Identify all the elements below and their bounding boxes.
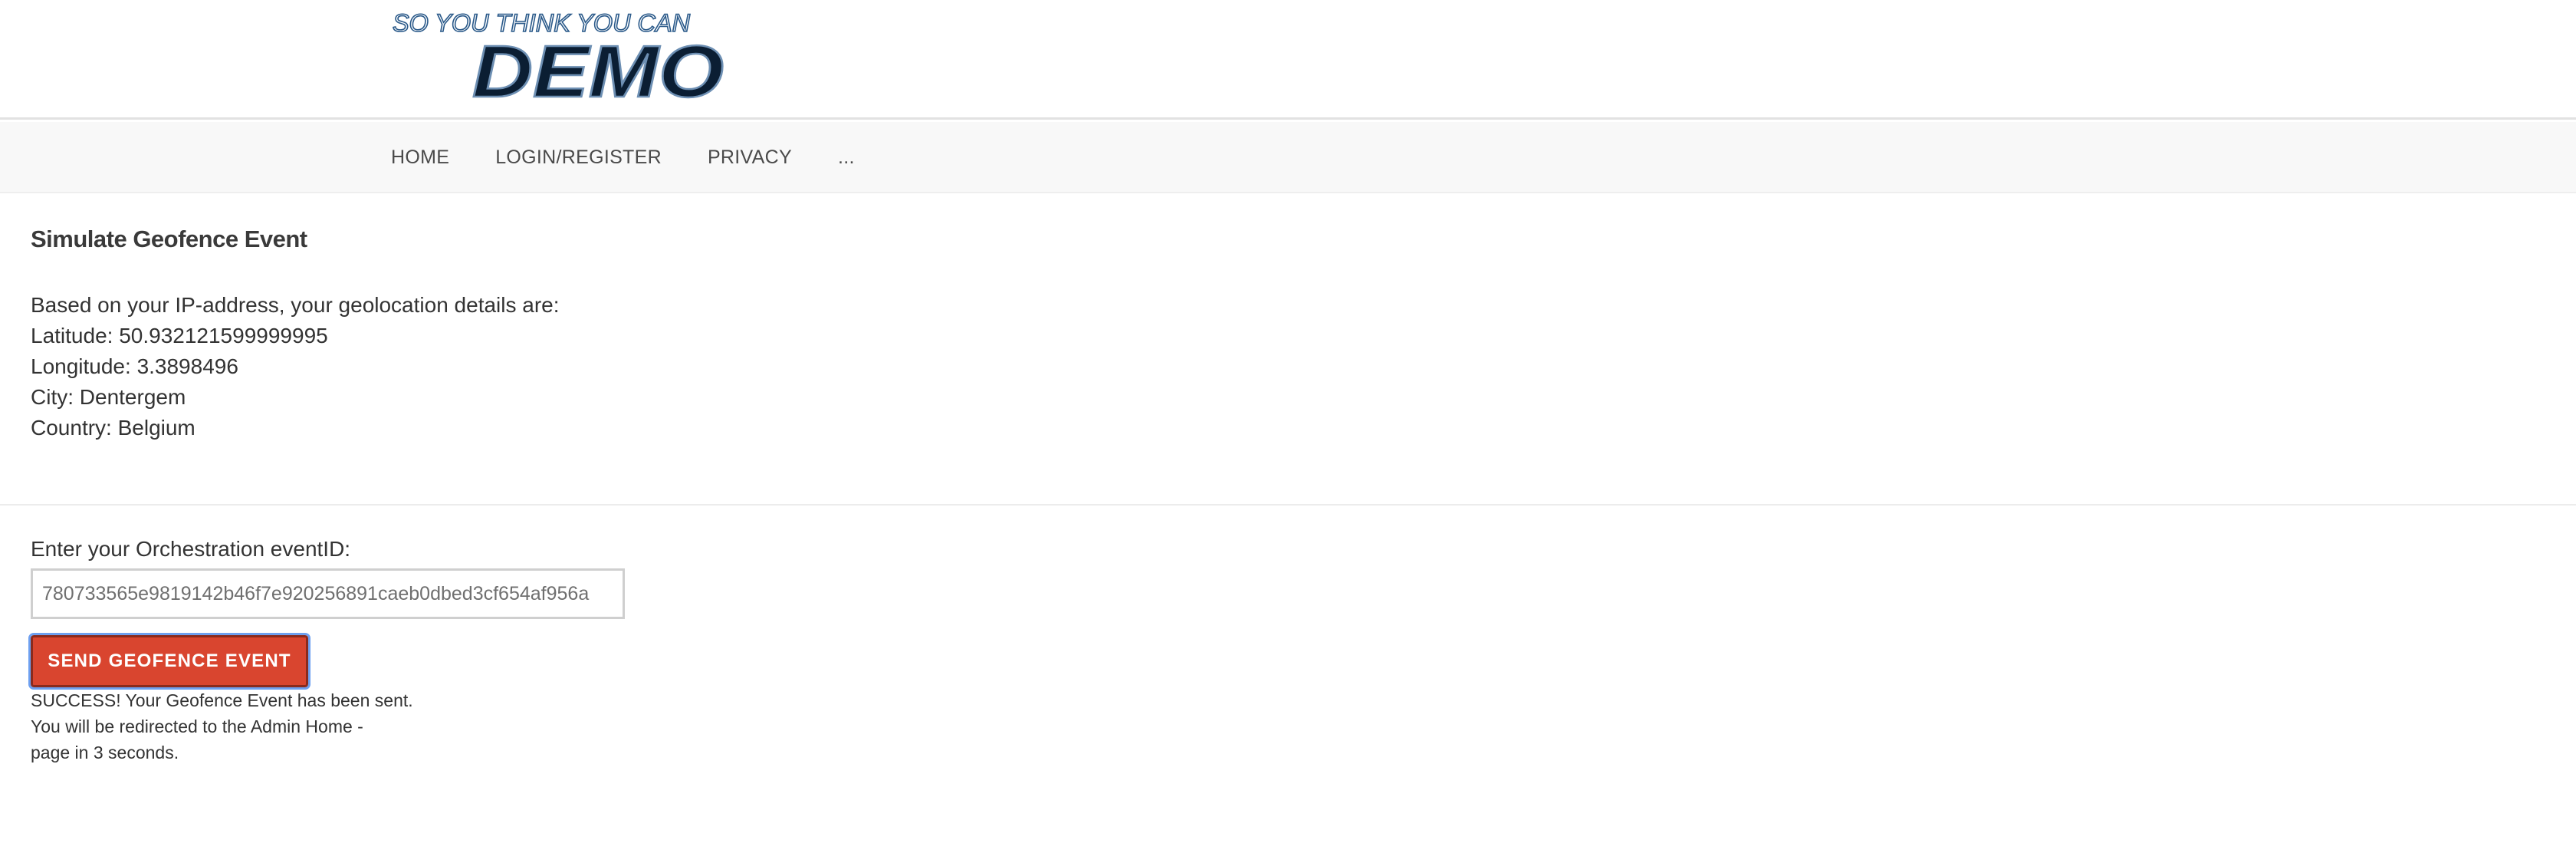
city-value: City: Dentergem	[31, 385, 186, 409]
success-line: page in 3 seconds.	[31, 743, 179, 762]
geolocation-details: Based on your IP-address, your geolocati…	[31, 290, 560, 443]
success-message: SUCCESS! Your Geofence Event has been se…	[31, 687, 429, 766]
nav-list: HOME LOGIN/REGISTER PRIVACY ...	[391, 122, 901, 193]
country-value: Country: Belgium	[31, 416, 196, 440]
success-line: You will be redirected to the Admin Home…	[31, 716, 363, 736]
latitude-value: Latitude: 50.932121599999995	[31, 324, 328, 347]
main-nav: HOME LOGIN/REGISTER PRIVACY ...	[0, 122, 2576, 193]
nav-item-login-register[interactable]: LOGIN/REGISTER	[495, 147, 662, 169]
page-title: Simulate Geofence Event	[31, 226, 307, 252]
geolocation-intro: Based on your IP-address, your geolocati…	[31, 293, 560, 317]
nav-item-home[interactable]: HOME	[391, 147, 449, 169]
logo[interactable]: SO YOU THINK YOU CAN DEMO	[391, 9, 728, 106]
success-line: SUCCESS! Your Geofence Event has been se…	[31, 690, 413, 710]
longitude-value: Longitude: 3.3898496	[31, 354, 238, 378]
section-divider	[0, 504, 2576, 506]
nav-item-more[interactable]: ...	[838, 147, 855, 169]
event-id-label: Enter your Orchestration eventID:	[31, 537, 351, 561]
site-header: SO YOU THINK YOU CAN DEMO	[0, 0, 2576, 120]
nav-item-privacy[interactable]: PRIVACY	[708, 147, 792, 169]
send-geofence-event-button[interactable]: SEND GEOFENCE EVENT	[28, 633, 310, 690]
event-id-input[interactable]	[31, 568, 625, 619]
logo-main-text: DEMO	[472, 31, 724, 106]
